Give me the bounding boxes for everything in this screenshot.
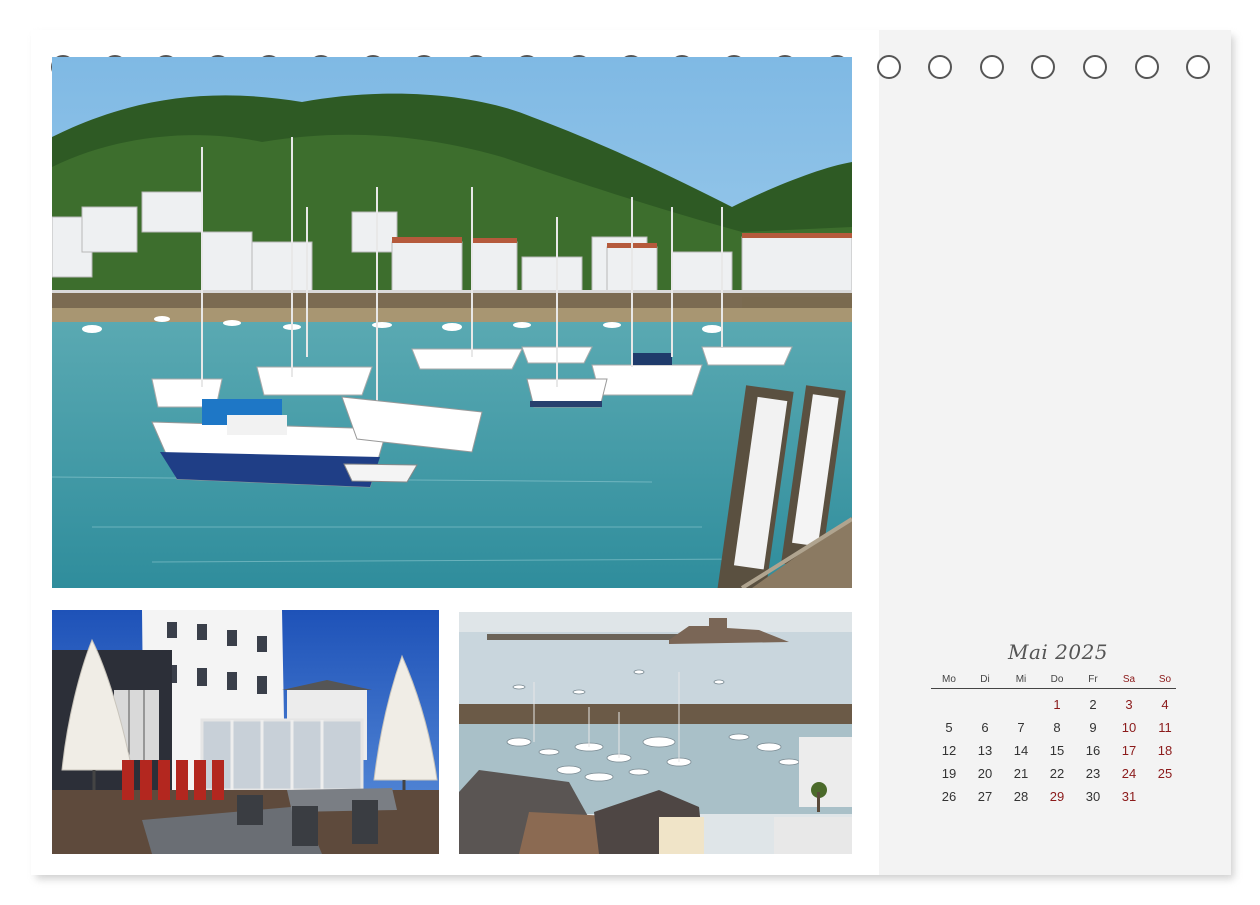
harbour-photo bbox=[52, 57, 852, 588]
binding-hole bbox=[876, 55, 901, 79]
calendar-day: 23 bbox=[1085, 766, 1101, 781]
calendar-day: 21 bbox=[1013, 766, 1029, 781]
calendar-day-grid: 1 2 3 4 5 6 7 8 9 10 11 12 13 14 15 16 17 18 19 20 21 22 23 24 2… bbox=[931, 693, 1183, 808]
weekday-label: Di bbox=[980, 674, 990, 685]
calendar-day bbox=[931, 693, 967, 716]
terrace-photo bbox=[52, 610, 439, 854]
binding-hole bbox=[1186, 55, 1211, 79]
calendar-day bbox=[1003, 693, 1039, 716]
calendar-day: 19 bbox=[941, 766, 957, 781]
binding-hole bbox=[1031, 55, 1056, 79]
calendar-day: 24 bbox=[1121, 766, 1137, 781]
binding-hole bbox=[979, 55, 1004, 79]
calendar-day: 1 bbox=[1053, 697, 1061, 712]
calendar-day: 18 bbox=[1157, 743, 1173, 758]
weekday-label: Sa bbox=[1122, 674, 1136, 685]
bay-castle-photo bbox=[459, 612, 852, 854]
calendar-day: 12 bbox=[941, 743, 957, 758]
calendar-day: 16 bbox=[1085, 743, 1101, 758]
calendar-day: 22 bbox=[1049, 766, 1065, 781]
binding-hole bbox=[1083, 55, 1107, 79]
calendar-day: 17 bbox=[1121, 743, 1137, 758]
calendar-day: 13 bbox=[977, 743, 993, 758]
binding-hole bbox=[928, 55, 953, 79]
calendar-page: Mai 2025 Mo Di Mi Do Fr Sa So 1 2 3 4 5 6 7 8 9 10 11 12 1… bbox=[31, 30, 1231, 875]
calendar-day: 29 bbox=[1049, 789, 1065, 804]
calendar-month-title: Mai 2025 bbox=[1007, 640, 1109, 664]
calendar-day: 9 bbox=[1089, 720, 1097, 735]
calendar-day: 3 bbox=[1125, 697, 1133, 712]
weekday-label: Mo bbox=[942, 674, 956, 685]
calendar-day: 7 bbox=[1017, 720, 1025, 735]
calendar-day: 11 bbox=[1158, 720, 1172, 735]
calendar-day: 15 bbox=[1049, 743, 1065, 758]
weekday-header-row: Mo Di Mi Do Fr Sa So bbox=[931, 674, 1176, 689]
calendar-day: 30 bbox=[1085, 789, 1101, 804]
calendar-day: 14 bbox=[1013, 743, 1029, 758]
calendar-day bbox=[1147, 785, 1183, 808]
binding-hole bbox=[1134, 55, 1159, 79]
harbour-photo-illustration bbox=[52, 57, 852, 588]
calendar-day: 25 bbox=[1157, 766, 1173, 781]
calendar-day: 2 bbox=[1089, 697, 1097, 712]
weekday-label: So bbox=[1158, 674, 1172, 685]
calendar-day: 5 bbox=[945, 720, 953, 735]
weekday-label: Do bbox=[1050, 674, 1064, 685]
calendar-day: 4 bbox=[1161, 697, 1169, 712]
weekday-label: Mi bbox=[1015, 674, 1027, 685]
weekday-label: Fr bbox=[1088, 674, 1098, 685]
calendar-day: 28 bbox=[1013, 789, 1029, 804]
month-calendar: Mai 2025 Mo Di Mi Do Fr Sa So 1 2 3 4 5 6 7 8 9 10 11 12 1… bbox=[931, 640, 1181, 808]
calendar-day: 20 bbox=[977, 766, 993, 781]
calendar-day: 8 bbox=[1053, 720, 1061, 735]
calendar-day: 26 bbox=[941, 789, 957, 804]
calendar-day: 31 bbox=[1121, 789, 1137, 804]
bay-castle-photo-illustration bbox=[459, 612, 852, 854]
calendar-day bbox=[967, 693, 1003, 716]
calendar-day: 27 bbox=[977, 789, 993, 804]
calendar-day: 6 bbox=[981, 720, 989, 735]
calendar-day: 10 bbox=[1121, 720, 1137, 735]
terrace-photo-illustration bbox=[52, 610, 439, 854]
